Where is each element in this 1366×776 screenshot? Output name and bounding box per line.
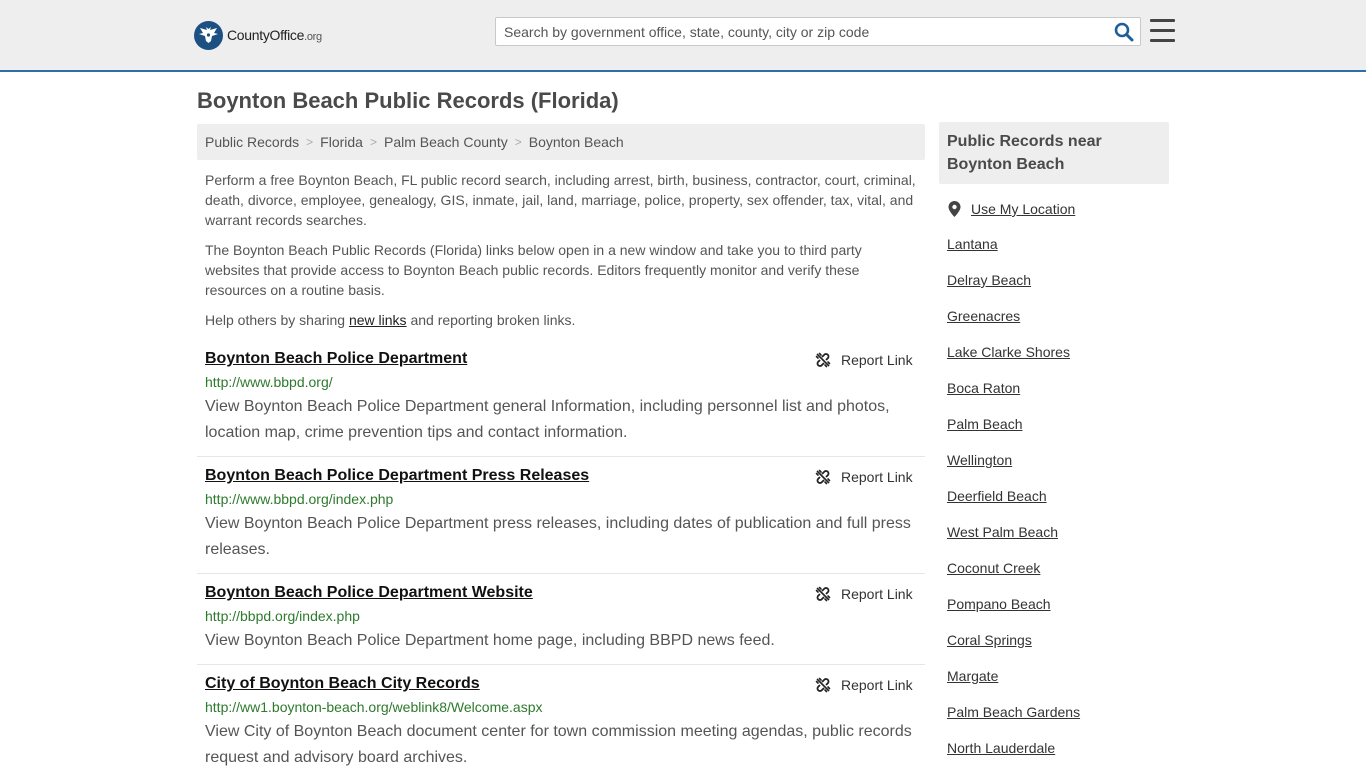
- report-link-button[interactable]: Report Link: [815, 469, 913, 485]
- list-item: Pompano Beach: [947, 596, 1080, 632]
- broken-link-icon: [815, 352, 831, 368]
- report-link-label: Report Link: [841, 586, 913, 602]
- new-links-link[interactable]: new links: [349, 312, 407, 328]
- nearby-place-link[interactable]: Boca Raton: [947, 380, 1020, 396]
- logo-main: CountyOffice: [227, 27, 305, 43]
- record-url: http://www.bbpd.org/: [205, 374, 333, 390]
- nearby-place-link[interactable]: Palm Beach Gardens: [947, 704, 1080, 720]
- share-text-after: and reporting broken links.: [406, 312, 576, 328]
- record-description: View City of Boynton Beach document cent…: [205, 723, 912, 766]
- list-item: Boca Raton: [947, 380, 1080, 416]
- list-item: Lantana: [947, 236, 1080, 272]
- search-icon[interactable]: [1114, 22, 1134, 42]
- nearby-place-link[interactable]: Wellington: [947, 452, 1012, 468]
- intro-paragraph: Perform a free Boynton Beach, FL public …: [205, 172, 916, 228]
- map-pin-icon: [948, 201, 961, 217]
- chevron-right-icon: >: [369, 135, 377, 149]
- nearby-place-link[interactable]: Coconut Creek: [947, 560, 1040, 576]
- site-header: CountyOffice.org: [0, 0, 1366, 72]
- record-description: View Boynton Beach Police Department hom…: [205, 632, 775, 649]
- list-item: Delray Beach: [947, 272, 1080, 308]
- record-description: View Boynton Beach Police Department gen…: [205, 398, 890, 441]
- breadcrumb: Public Records > Florida > Palm Beach Co…: [197, 124, 925, 160]
- nearby-place-link[interactable]: Coral Springs: [947, 632, 1032, 648]
- broken-link-icon: [815, 586, 831, 602]
- record-item: Boynton Beach Police Department Press Re…: [197, 467, 925, 574]
- nearby-place-link[interactable]: North Lauderdale: [947, 740, 1055, 756]
- nearby-place-link[interactable]: Lake Clarke Shores: [947, 344, 1070, 360]
- nearby-place-link[interactable]: Lantana: [947, 236, 998, 252]
- nearby-place-link[interactable]: Greenacres: [947, 308, 1020, 324]
- list-item: Coral Springs: [947, 632, 1080, 668]
- record-description: View Boynton Beach Police Department pre…: [205, 515, 911, 558]
- breadcrumb-palm-beach-county[interactable]: Palm Beach County: [384, 134, 508, 150]
- logo-text: CountyOffice.org: [227, 27, 322, 43]
- report-link-label: Report Link: [841, 352, 913, 368]
- page-title: Boynton Beach Public Records (Florida): [197, 88, 619, 113]
- report-link-button[interactable]: Report Link: [815, 677, 913, 693]
- breadcrumb-public-records[interactable]: Public Records: [205, 134, 299, 150]
- list-item: Palm Beach: [947, 416, 1080, 452]
- breadcrumb-florida[interactable]: Florida: [320, 134, 363, 150]
- search-input[interactable]: [504, 21, 1104, 43]
- search-box: [495, 17, 1141, 46]
- report-link-label: Report Link: [841, 469, 913, 485]
- list-item: Margate: [947, 668, 1080, 704]
- list-item: Greenacres: [947, 308, 1080, 344]
- record-title-link[interactable]: Boynton Beach Police Department Website: [205, 584, 533, 602]
- record-title-link[interactable]: Boynton Beach Police Department Press Re…: [205, 467, 589, 485]
- sidebar-heading: Public Records near Boynton Beach: [939, 122, 1169, 184]
- report-link-label: Report Link: [841, 677, 913, 693]
- report-link-button[interactable]: Report Link: [815, 586, 913, 602]
- nearby-place-link[interactable]: West Palm Beach: [947, 524, 1058, 540]
- site-logo[interactable]: CountyOffice.org: [194, 20, 322, 50]
- list-item: Coconut Creek: [947, 560, 1080, 596]
- chevron-right-icon: >: [514, 135, 522, 149]
- list-item: North Lauderdale: [947, 740, 1080, 776]
- nearby-place-link[interactable]: Margate: [947, 668, 998, 684]
- record-url: http://ww1.boynton-beach.org/weblink8/We…: [205, 699, 543, 715]
- share-links-paragraph: Help others by sharing new links and rep…: [205, 310, 920, 330]
- logo-suffix: .org: [304, 31, 322, 43]
- chevron-right-icon: >: [306, 135, 314, 149]
- record-item: Boynton Beach Police Department Report L…: [197, 350, 925, 457]
- nearby-place-link[interactable]: Pompano Beach: [947, 596, 1051, 612]
- broken-link-icon: [815, 677, 831, 693]
- use-my-location-link[interactable]: Use My Location: [971, 201, 1075, 217]
- list-item: Palm Beach Gardens: [947, 704, 1080, 740]
- broken-link-icon: [815, 469, 831, 485]
- nearby-place-link[interactable]: Palm Beach: [947, 416, 1022, 432]
- list-item: Lake Clarke Shores: [947, 344, 1080, 380]
- eagle-seal-icon: [194, 20, 223, 50]
- record-url: http://bbpd.org/index.php: [205, 608, 360, 624]
- share-text-before: Help others by sharing: [205, 312, 349, 328]
- record-title-link[interactable]: Boynton Beach Police Department: [205, 350, 467, 368]
- nearby-place-link[interactable]: Delray Beach: [947, 272, 1031, 288]
- nearby-place-link[interactable]: Deerfield Beach: [947, 488, 1047, 504]
- record-url: http://www.bbpd.org/index.php: [205, 491, 394, 507]
- disclaimer-paragraph: The Boynton Beach Public Records (Florid…: [205, 242, 862, 298]
- list-item: Wellington: [947, 452, 1080, 488]
- record-title-link[interactable]: City of Boynton Beach City Records: [205, 675, 480, 693]
- breadcrumb-current: Boynton Beach: [528, 134, 624, 150]
- record-item: City of Boynton Beach City Records Repor…: [197, 675, 925, 768]
- list-item: Deerfield Beach: [947, 488, 1080, 524]
- nearby-places-list: Lantana Delray Beach Greenacres Lake Cla…: [947, 236, 1080, 776]
- use-my-location: Use My Location: [948, 201, 1075, 217]
- record-item: Boynton Beach Police Department Website …: [197, 584, 925, 665]
- list-item: West Palm Beach: [947, 524, 1080, 560]
- hamburger-menu-icon[interactable]: [1150, 19, 1175, 42]
- report-link-button[interactable]: Report Link: [815, 352, 913, 368]
